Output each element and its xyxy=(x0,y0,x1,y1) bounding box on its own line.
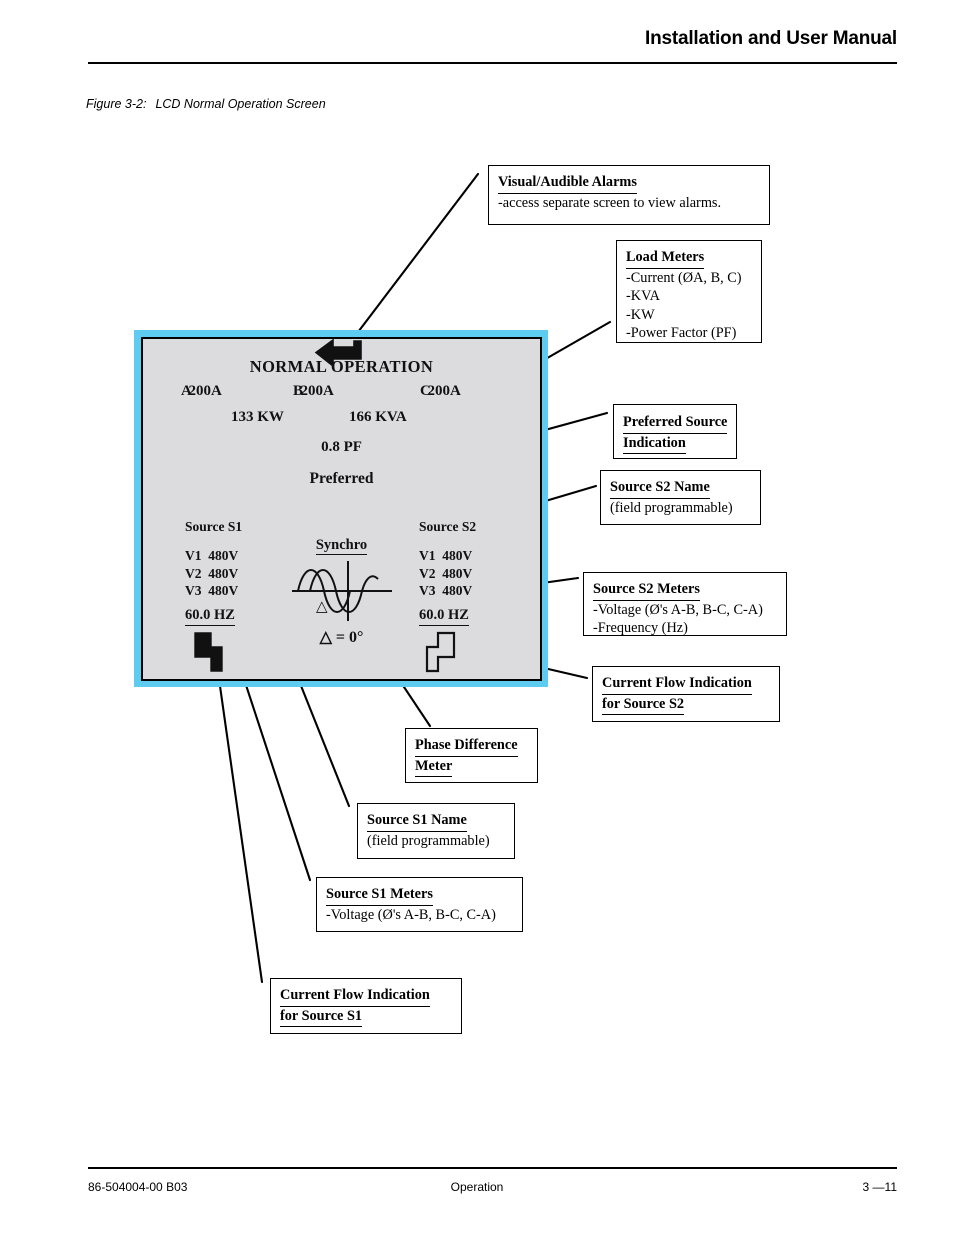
s2-v1-row: V1 480V xyxy=(419,548,473,563)
source-s2-name: Source S2 xyxy=(419,519,477,534)
current-phase-b: B 200A xyxy=(293,383,334,399)
callout-s2name-heading: Source S2 Name xyxy=(610,478,751,499)
callout-source-s1-name: Source S1 Name (field programmable) xyxy=(357,803,515,859)
callout-load-meters: Load Meters -Current (ØA, B, C) -KVA -KW… xyxy=(616,240,762,343)
leader-flows1 xyxy=(216,670,264,984)
callout-load-line-1: -Current (ØA, B, C) xyxy=(626,269,742,286)
callout-preferred-heading-2: Indication xyxy=(623,434,727,454)
power-kva: 166 KVA xyxy=(349,409,407,425)
callout-load-line-2: -KVA xyxy=(626,288,660,304)
callout-s1name-heading: Source S1 Name xyxy=(367,811,505,832)
figure-title: LCD Normal Operation Screen xyxy=(155,97,326,111)
source-s2-voltages: V1 480V V2 480V V3 480V xyxy=(419,547,472,600)
callout-s2meters-line-1: -Voltage (Ø's A-B, B-C, C-A) xyxy=(593,601,763,618)
callout-s1meters-line-1: -Voltage (Ø's A-B, B-C, C-A) xyxy=(326,906,496,923)
callout-flows2-heading-2: for Source S2 xyxy=(602,695,770,715)
callout-s2meters-heading: Source S2 Meters xyxy=(593,580,777,601)
callout-phase-heading-1: Phase Difference xyxy=(415,736,528,757)
callout-load-line-3: -KW xyxy=(626,306,655,323)
callout-alarms-line-1: -access separate screen to view alarms. xyxy=(498,194,722,211)
callout-s1name-line-1: (field programmable) xyxy=(367,832,490,849)
callout-alarms-heading: Visual/Audible Alarms xyxy=(498,173,760,194)
callout-current-flow-s1: Current Flow Indication for Source S1 xyxy=(270,978,462,1034)
callout-source-s2-name: Source S2 Name (field programmable) xyxy=(600,470,761,525)
callout-s1meters-heading: Source S1 Meters xyxy=(326,885,513,906)
callout-load-heading: Load Meters xyxy=(626,248,752,269)
callout-flows2-heading-1: Current Flow Indication xyxy=(602,674,770,695)
callout-source-s1-meters: Source S1 Meters -Voltage (Ø's A-B, B-C,… xyxy=(316,877,523,932)
preferred-source-label: Preferred xyxy=(309,470,374,487)
figure-caption: Figure 3-2: LCD Normal Operation Screen xyxy=(86,97,326,111)
synchro-waveform-icon: △ xyxy=(288,557,396,632)
callout-preferred-heading-1: Preferred Source xyxy=(623,413,728,434)
lcd-panel: NORMAL OPERATION A 200A B 200A C 200A 13… xyxy=(134,330,548,687)
callout-flows1-heading-2: for Source S1 xyxy=(280,1007,452,1027)
footer-divider xyxy=(88,1167,897,1169)
callout-s2name-line-1: (field programmable) xyxy=(610,499,733,516)
source-s1-frequency: 60.0 HZ xyxy=(185,607,235,626)
leader-alarms xyxy=(350,172,480,342)
svg-text:△: △ xyxy=(316,599,328,615)
callout-current-flow-s2: Current Flow Indication for Source S2 xyxy=(592,666,780,722)
callout-preferred-source-indication: Preferred Source Indication xyxy=(613,404,737,459)
source-s1-voltages: V1 480V V2 480V V3 480V xyxy=(185,547,238,600)
lcd-screen: NORMAL OPERATION A 200A B 200A C 200A 13… xyxy=(141,337,542,681)
page-header-title: Installation and User Manual xyxy=(644,28,897,49)
callout-phase-heading-2: Meter xyxy=(415,757,528,777)
header-divider xyxy=(88,62,897,64)
callout-source-s2-meters: Source S2 Meters -Voltage (Ø's A-B, B-C,… xyxy=(583,572,787,636)
callout-phase-difference-meter: Phase Difference Meter xyxy=(405,728,538,783)
current-phase-c: C 200A xyxy=(420,383,461,399)
s2-v2-row: V2 480V xyxy=(419,565,473,581)
callout-load-line-4: -Power Factor (PF) xyxy=(626,325,737,341)
s1-v2-row: V2 480V xyxy=(185,565,239,581)
callout-visual-audible-alarms: Visual/Audible Alarms -access separate s… xyxy=(488,165,770,225)
s2-v3-row: V3 480V xyxy=(419,583,473,598)
callout-s2meters-line-2: -Frequency (Hz) xyxy=(593,620,688,636)
source-s2-frequency: 60.0 HZ xyxy=(419,607,469,626)
current-flow-outline-icon xyxy=(424,631,458,678)
power-factor-readout: 0.8 PF xyxy=(321,439,362,455)
s1-v3-row: V3 480V xyxy=(185,583,239,598)
power-kw: 133 KW xyxy=(231,409,284,425)
current-phase-a: A 200A xyxy=(181,383,222,399)
synchro-title: Synchro xyxy=(315,537,368,555)
lcd-title: NORMAL OPERATION xyxy=(249,357,434,376)
footer-page-number: 3 —11 xyxy=(862,1180,897,1194)
phase-difference-readout: △ = 0° xyxy=(319,629,364,646)
source-s1-name: Source S1 xyxy=(185,519,243,534)
callout-flows1-heading-1: Current Flow Indication xyxy=(280,986,452,1007)
figure-number: Figure 3-2: xyxy=(86,97,147,111)
